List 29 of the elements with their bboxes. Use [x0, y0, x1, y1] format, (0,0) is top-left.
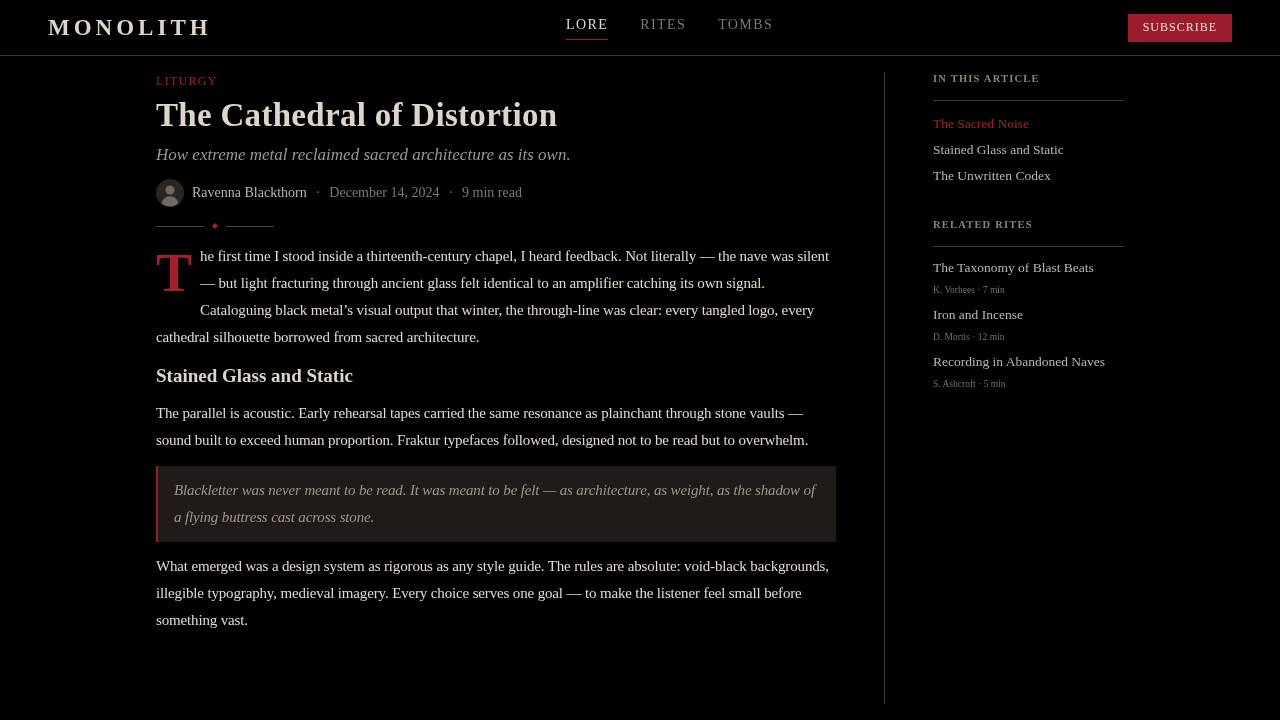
nav-tab[interactable]: TOMBS	[718, 15, 774, 40]
body-paragraph: What emerged was a design system as rigorous as any style guide. The rules are absolute: void-black backgrounds, illegible typography, medieval imagery. Every choice serves one goal — to make the listener feel small before something vast.	[156, 557, 830, 630]
publish-date: December 14, 2024	[329, 185, 440, 201]
sidebar-heading: IN THIS ARTICLE	[933, 72, 1041, 86]
category-label: LITURGY	[156, 74, 219, 88]
sidebar-heading: RELATED RITES	[933, 218, 1034, 232]
article-subtitle: How extreme metal reclaimed sacred architecture as its own.	[156, 144, 572, 166]
diamond-icon	[212, 223, 218, 229]
separator-dot: ·	[448, 185, 454, 201]
article-title: The Cathedral of Distortion	[156, 96, 559, 135]
article-meta: S. Ashcroft · 5 min	[933, 378, 1007, 390]
toc-link[interactable]: Stained Glass and Static	[933, 140, 1124, 160]
article-meta: K. Vorhees · 7 min	[933, 284, 1006, 296]
body-paragraph: The parallel is acoustic. Early rehearsal tapes carried the same resonance as plainchant through stone vaults — sound built to exceed human proportion. Fraktur typefaces followed, designed not to be read but to overwhelm.	[156, 404, 810, 450]
toc-link[interactable]: The Unwritten Codex	[933, 166, 1124, 186]
nav-tab[interactable]: LORE	[566, 15, 609, 40]
related-article-link[interactable]: The Taxonomy of Blast Beats	[933, 259, 1124, 277]
section-heading: Stained Glass and Static	[156, 364, 354, 388]
separator-dot: ·	[315, 185, 321, 201]
author-name[interactable]: Ravenna Blackthorn	[192, 185, 307, 201]
site-logo[interactable]: MONOLITH	[48, 14, 212, 41]
related-article-link[interactable]: Iron and Incense	[933, 306, 1124, 324]
pull-quote: Blackletter was never meant to be read. It was meant to be felt — as architecture, as weight, as the shadow of a flying buttress cast across stone.	[156, 466, 836, 542]
read-time: 9 min read	[462, 185, 522, 201]
nav-tab[interactable]: RITES	[640, 15, 687, 40]
avatar-icon	[156, 179, 184, 207]
subscribe-button[interactable]: SUBSCRIBE	[1127, 13, 1232, 42]
related-article-link[interactable]: Recording in Abandoned Naves	[933, 353, 1124, 371]
article-meta: D. Mortis · 12 min	[933, 331, 1006, 343]
